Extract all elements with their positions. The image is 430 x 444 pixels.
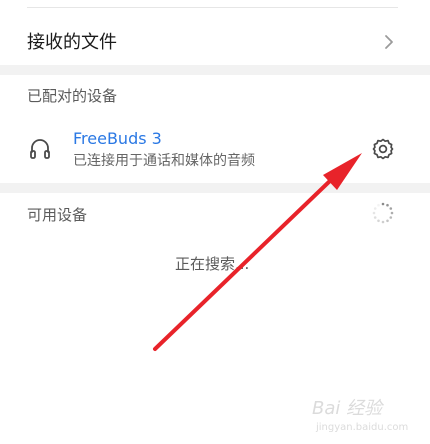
device-name: FreeBuds 3	[73, 129, 162, 148]
watermark-url: jingyan.baidu.com	[316, 422, 409, 433]
section-gap-2	[0, 183, 430, 193]
headset-icon	[30, 139, 50, 159]
baidu-watermark: Bai 经验 jingyan.baidu.com	[312, 392, 420, 440]
spinner-icon	[372, 202, 394, 224]
gear-icon[interactable]	[371, 137, 395, 161]
paired-devices-title: 已配对的设备	[27, 87, 118, 105]
available-devices-title: 可用设备	[27, 206, 88, 224]
chevron-right-icon	[385, 35, 393, 49]
device-status: 已连接用于通话和媒体的音频	[73, 153, 255, 169]
section-gap	[0, 65, 430, 75]
received-files-label: 接收的文件	[27, 32, 117, 53]
received-files-row[interactable]: 接收的文件	[0, 8, 430, 64]
paired-device-row[interactable]: FreeBuds 3 已连接用于通话和媒体的音频	[0, 112, 430, 180]
watermark-brand: Bai 经验	[312, 398, 383, 419]
searching-status: 正在搜索...	[175, 255, 250, 273]
